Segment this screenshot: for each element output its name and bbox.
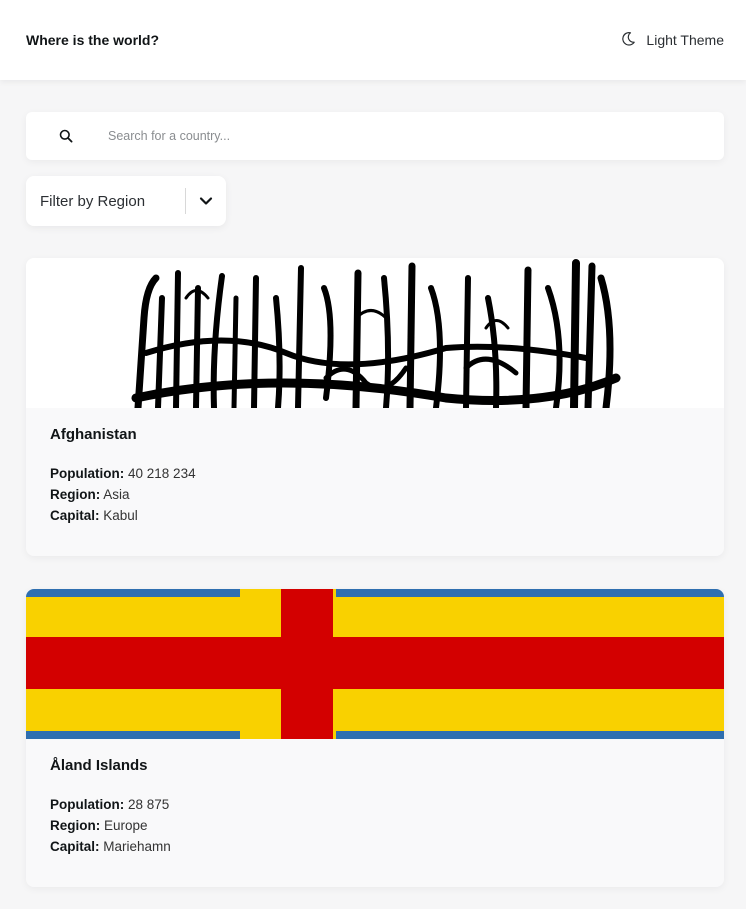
theme-toggle-label: Light Theme bbox=[646, 32, 724, 48]
app-title: Where is the world? bbox=[26, 32, 160, 48]
region-value: Asia bbox=[103, 487, 130, 502]
population-label: Population: bbox=[50, 797, 125, 812]
region-value: Europe bbox=[104, 818, 148, 833]
country-card-afghanistan[interactable]: Afghanistan Population: 40 218 234 Regio… bbox=[26, 258, 724, 556]
capital-value: Mariehamn bbox=[103, 839, 171, 854]
population-row: Population: 28 875 bbox=[50, 794, 700, 815]
top-header: Where is the world? Light Theme bbox=[0, 0, 746, 80]
moon-icon bbox=[620, 31, 636, 50]
population-value: 40 218 234 bbox=[128, 466, 196, 481]
country-card-aland-islands[interactable]: Åland Islands Population: 28 875 Region:… bbox=[26, 589, 724, 887]
country-name: Afghanistan bbox=[50, 426, 137, 443]
region-row: Region: Asia bbox=[50, 484, 700, 505]
region-filter-dropdown[interactable]: Filter by Region bbox=[26, 176, 226, 226]
capital-label: Capital: bbox=[50, 839, 100, 854]
search-input[interactable] bbox=[106, 128, 670, 144]
population-label: Population: bbox=[50, 466, 125, 481]
population-row: Population: 40 218 234 bbox=[50, 463, 700, 484]
region-label: Region: bbox=[50, 487, 101, 502]
country-name: Åland Islands bbox=[50, 757, 148, 774]
search-bar[interactable] bbox=[26, 112, 724, 160]
capital-value: Kabul bbox=[103, 508, 138, 523]
capital-row: Capital: Mariehamn bbox=[50, 836, 700, 857]
capital-label: Capital: bbox=[50, 508, 100, 523]
search-icon bbox=[26, 129, 106, 143]
population-value: 28 875 bbox=[128, 797, 170, 812]
aland-islands-flag-image bbox=[26, 589, 724, 739]
afghanistan-flag-image bbox=[26, 258, 724, 408]
theme-toggle-button[interactable]: Light Theme bbox=[620, 31, 724, 50]
chevron-down-icon[interactable] bbox=[186, 196, 226, 206]
region-row: Region: Europe bbox=[50, 815, 700, 836]
capital-row: Capital: Kabul bbox=[50, 505, 700, 526]
region-filter-label: Filter by Region bbox=[40, 192, 146, 210]
region-label: Region: bbox=[50, 818, 101, 833]
